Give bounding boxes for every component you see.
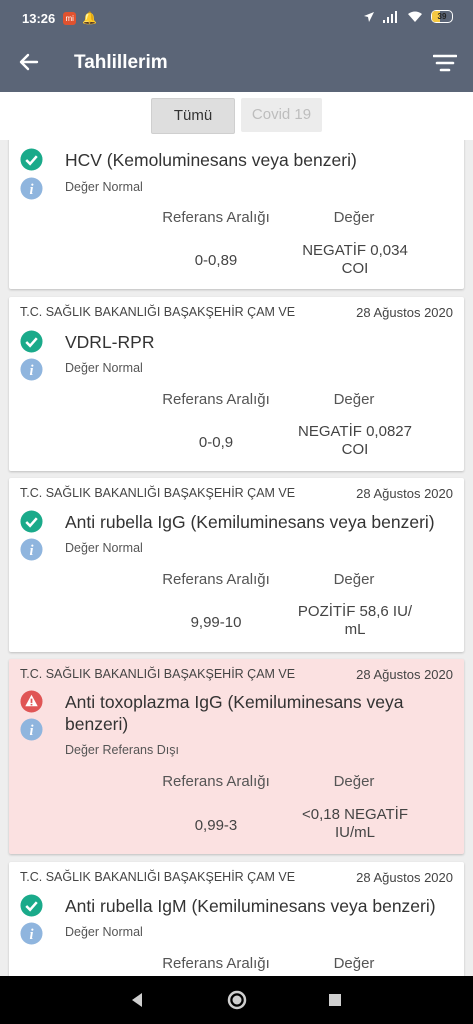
check-circle-icon: [20, 894, 43, 917]
result-status: Değer Normal: [65, 541, 143, 555]
nav-back-icon[interactable]: [125, 988, 149, 1012]
reference-range-header: Referans Aralığı: [162, 571, 270, 588]
arrow-left-icon[interactable]: [17, 50, 41, 74]
result-card[interactable]: HCV (Kemoluminesans veya benzeri) i Değe…: [9, 140, 464, 289]
reference-range: 0-0,9: [198, 434, 234, 451]
nav-recents-icon[interactable]: [323, 988, 347, 1012]
reference-range: 9,99-10: [190, 614, 242, 631]
clock: 13:26: [22, 10, 56, 26]
check-circle-icon: [20, 510, 43, 533]
institution-name: T.C. SAĞLIK BAKANLIĞI BAŞAKŞEHİR ÇAM VE: [20, 486, 296, 500]
page-title: Tahlillerim: [74, 52, 168, 73]
value-header: Değer: [333, 955, 375, 972]
result-date: 28 Ağustos 2020: [356, 486, 453, 501]
status-bar: 13:26 mi 🔔 39: [0, 0, 473, 36]
reference-range-header: Referans Aralığı: [162, 391, 270, 408]
battery-icon: 39: [431, 10, 453, 23]
info-icon[interactable]: i: [20, 538, 43, 561]
svg-text:i: i: [30, 363, 34, 379]
institution-name: T.C. SAĞLIK BAKANLIĞI BAŞAKŞEHİR ÇAM VE: [20, 667, 296, 681]
value-header: Değer: [333, 391, 375, 408]
result-value: POZİTİF 58,6 IU/mL: [297, 603, 413, 638]
nav-home-icon[interactable]: [225, 988, 249, 1012]
result-value: NEGATİF 0,034 COI: [302, 242, 408, 277]
info-icon[interactable]: i: [20, 718, 43, 741]
value-header: Değer: [333, 209, 375, 226]
test-name: HCV (Kemoluminesans veya benzeri): [65, 150, 357, 170]
check-circle-icon: [20, 330, 43, 353]
result-card[interactable]: T.C. SAĞLIK BAKANLIĞI BAŞAKŞEHİR ÇAM VE …: [9, 862, 464, 976]
result-status: Değer Normal: [65, 361, 143, 375]
info-icon[interactable]: i: [20, 177, 43, 200]
tab-covid19[interactable]: Covid 19: [241, 98, 322, 132]
reference-range: 0,99-3: [194, 817, 238, 834]
reference-range: 0-0,89: [194, 252, 238, 269]
tab-all[interactable]: Tümü: [151, 98, 235, 134]
signal-icon: [383, 10, 397, 23]
filter-tabs: Tümü Covid 19: [0, 92, 473, 140]
location-icon: [364, 11, 374, 22]
results-list: HCV (Kemoluminesans veya benzeri) i Değe…: [0, 140, 473, 976]
info-icon[interactable]: i: [20, 922, 43, 945]
app-bar: Tahlillerim: [0, 36, 473, 92]
test-name: Anti rubella IgG (Kemiluminesans veya be…: [65, 512, 435, 532]
result-card-alert[interactable]: T.C. SAĞLIK BAKANLIĞI BAŞAKŞEHİR ÇAM VE …: [9, 659, 464, 854]
result-date: 28 Ağustos 2020: [356, 870, 453, 885]
svg-text:i: i: [30, 927, 34, 943]
result-card[interactable]: T.C. SAĞLIK BAKANLIĞI BAŞAKŞEHİR ÇAM VE …: [9, 478, 464, 652]
institution-name: T.C. SAĞLIK BAKANLIĞI BAŞAKŞEHİR ÇAM VE: [20, 870, 296, 884]
bell-icon: 🔔: [82, 11, 98, 25]
info-icon[interactable]: i: [20, 358, 43, 381]
result-date: 28 Ağustos 2020: [356, 305, 453, 320]
warning-icon: [20, 690, 43, 713]
filter-lines-icon[interactable]: [433, 53, 457, 73]
result-status: Değer Normal: [65, 925, 143, 939]
status-icons: 39: [363, 10, 453, 23]
check-circle-icon: [20, 148, 43, 171]
reference-range-header: Referans Aralığı: [162, 955, 270, 972]
wifi-icon: [408, 11, 422, 22]
value-header: Değer: [333, 571, 375, 588]
test-name: VDRL-RPR: [65, 332, 155, 352]
result-card[interactable]: T.C. SAĞLIK BAKANLIĞI BAŞAKŞEHİR ÇAM VE …: [9, 297, 464, 471]
result-date: 28 Ağustos 2020: [356, 667, 453, 682]
result-value: NEGATİF 0,0827 COI: [298, 423, 412, 458]
result-status: Değer Referans Dışı: [65, 743, 179, 757]
result-value: <0,18 NEGATİF IU/mL: [301, 806, 408, 841]
test-name: Anti rubella IgM (Kemiluminesans veya be…: [65, 896, 436, 916]
test-name: Anti toxoplazma IgG (Kemiluminesans veya…: [65, 692, 404, 734]
reference-range-header: Referans Aralığı: [162, 209, 270, 226]
svg-text:i: i: [30, 543, 34, 559]
svg-text:i: i: [30, 723, 34, 739]
svg-text:i: i: [30, 182, 34, 198]
result-status: Değer Normal: [65, 180, 143, 194]
value-header: Değer: [333, 773, 375, 790]
mi-notification-icon: mi: [63, 11, 77, 25]
reference-range-header: Referans Aralığı: [162, 773, 270, 790]
institution-name: T.C. SAĞLIK BAKANLIĞI BAŞAKŞEHİR ÇAM VE: [20, 305, 296, 319]
system-nav-bar: [0, 976, 473, 1024]
